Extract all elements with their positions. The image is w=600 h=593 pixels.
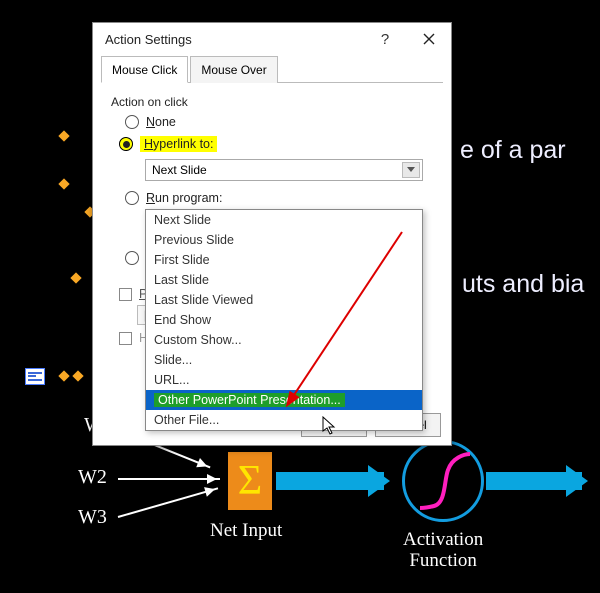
action-group-label: Action on click [111, 95, 451, 109]
dialog-titlebar[interactable]: Action Settings ? [93, 23, 451, 55]
option-end-show[interactable]: End Show [146, 310, 422, 330]
activation-node [402, 440, 484, 522]
weight-label-w3: W3 [78, 506, 107, 529]
activation-label: Activation Function [403, 530, 483, 572]
radio-run-program[interactable]: Run program: [125, 191, 451, 205]
option-previous-slide[interactable]: Previous Slide [146, 230, 422, 250]
flow-arrow-2 [486, 472, 582, 490]
radio-icon [125, 251, 139, 265]
tab-strip: Mouse Click Mouse Over [101, 55, 443, 83]
weight-label-w2: W2 [78, 466, 107, 489]
hyperlink-combo[interactable]: Next Slide [145, 159, 423, 181]
radio-none[interactable]: None [125, 115, 451, 129]
arrow-w2 [118, 478, 220, 480]
combo-value: Next Slide [152, 163, 207, 177]
option-slide[interactable]: Slide... [146, 350, 422, 370]
option-other-file[interactable]: Other File... [146, 410, 422, 430]
action-settings-dialog: Action Settings ? Mouse Click Mouse Over… [92, 22, 452, 446]
selection-handle[interactable] [72, 370, 83, 381]
checkbox-icon [119, 288, 132, 301]
help-button[interactable]: ? [363, 24, 407, 54]
align-icon[interactable] [25, 368, 45, 385]
selection-handle[interactable] [58, 178, 69, 189]
selection-handle[interactable] [58, 370, 69, 381]
net-input-label: Net Input [210, 520, 282, 542]
radio-icon [119, 137, 133, 151]
flow-arrow-1 [276, 472, 384, 490]
dialog-title: Action Settings [105, 32, 363, 47]
radio-icon [125, 191, 139, 205]
option-first-slide[interactable]: First Slide [146, 250, 422, 270]
option-last-slide[interactable]: Last Slide [146, 270, 422, 290]
tab-mouse-click[interactable]: Mouse Click [101, 56, 188, 83]
option-custom-show[interactable]: Custom Show... [146, 330, 422, 350]
close-button[interactable] [407, 24, 451, 54]
sigma-node: Σ [228, 452, 272, 510]
option-last-viewed[interactable]: Last Slide Viewed [146, 290, 422, 310]
checkbox-icon [119, 332, 132, 345]
tab-mouse-over[interactable]: Mouse Over [190, 56, 277, 83]
slide-text-1: e of a par [460, 136, 566, 165]
hyperlink-dropdown: Next Slide Previous Slide First Slide La… [145, 209, 423, 431]
arrow-w3 [118, 487, 219, 518]
radio-hyperlink-to[interactable]: Hyperlink to: [119, 135, 451, 153]
option-next-slide[interactable]: Next Slide [146, 210, 422, 230]
chevron-down-icon[interactable] [402, 162, 420, 178]
selection-handle[interactable] [58, 130, 69, 141]
option-url[interactable]: URL... [146, 370, 422, 390]
slide-text-2: uts and bia [462, 270, 584, 299]
radio-icon [125, 115, 139, 129]
option-other-ppt[interactable]: Other PowerPoint Presentation... [146, 390, 422, 410]
selection-handle[interactable] [70, 272, 81, 283]
